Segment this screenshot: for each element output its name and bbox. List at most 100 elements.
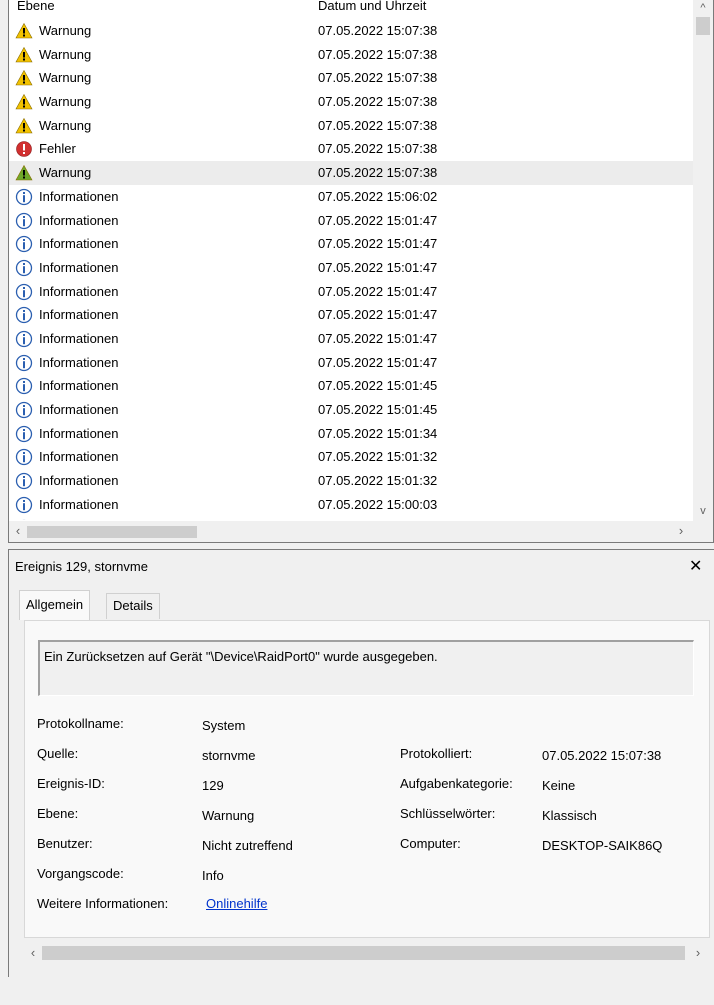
table-row[interactable]: Informationen 07.05.2022 15:01:45 (9, 374, 693, 398)
tab-general[interactable]: Allgemein (19, 590, 91, 620)
row-level: Fehler (39, 141, 76, 157)
computer-value[interactable]: DESKTOP-SAIK86Q (542, 838, 662, 853)
info-icon (15, 307, 33, 324)
scroll-right-arrow[interactable]: › (673, 523, 689, 539)
keywords-value[interactable]: Klassisch (542, 808, 597, 823)
list-header: Ebene Datum und Uhrzeit (9, 0, 693, 17)
table-row[interactable]: Informationen 07.05.2022 15:01:32 (9, 445, 693, 469)
row-date: 07.05.2022 15:01:47 (318, 330, 438, 346)
warning-icon (15, 70, 33, 86)
event-message[interactable]: Ein Zurücksetzen auf Gerät "\Device\Raid… (38, 640, 694, 696)
table-row[interactable]: Informationen 07.05.2022 15:01:45 (9, 398, 693, 422)
info-icon (15, 259, 33, 277)
source-value[interactable]: stornvme (202, 748, 255, 763)
warning-icon (15, 93, 33, 110)
row-level: Warnung (39, 23, 92, 38)
opcode-value[interactable]: Info (202, 868, 224, 883)
column-header-level[interactable]: Ebene (17, 0, 55, 13)
scroll-up-arrow[interactable]: ^ (693, 0, 713, 16)
horizontal-scrollbar[interactable]: ‹ › (9, 521, 713, 542)
table-row[interactable]: Informationen 07.05.2022 15:01:47 (9, 256, 693, 280)
detail-title: Ereignis 129, stornvme (15, 559, 148, 574)
row-date: 07.05.2022 15:01:45 (318, 402, 438, 417)
table-row[interactable]: Informationen 07.05.2022 15:01:32 (9, 469, 693, 493)
info-icon (15, 449, 33, 466)
row-date: 07.05.2022 15:01:47 (318, 307, 438, 323)
row-date: 07.05.2022 15:01:47 (318, 283, 438, 299)
table-row[interactable]: Informationen 07.05.2022 15:00:03 (9, 493, 693, 517)
scroll-thumb[interactable] (27, 526, 197, 538)
info-icon (15, 354, 33, 371)
table-row[interactable]: Informationen 07.05.2022 15:01:47 (9, 280, 693, 304)
event-detail-pane: Ereignis 129, stornvme ✕ Allgemein Detai… (8, 549, 714, 977)
tab-details[interactable]: Details (106, 593, 160, 619)
info-icon (15, 283, 33, 300)
warning-icon (15, 46, 33, 62)
user-label: Benutzer: (37, 836, 93, 851)
scroll-left-arrow[interactable]: ‹ (10, 523, 26, 539)
info-icon (15, 330, 33, 348)
scroll-thumb[interactable] (696, 17, 710, 35)
warning-icon (15, 22, 33, 39)
online-help-link[interactable]: Onlinehilfe (206, 896, 267, 911)
info-icon (15, 401, 33, 419)
source-label: Quelle: (37, 746, 79, 761)
table-row[interactable]: Informationen 07.05.2022 15:01:47 (9, 303, 693, 327)
table-row[interactable]: Warnung 07.05.2022 15:07:38 (9, 90, 693, 114)
row-date: 07.05.2022 15:01:32 (318, 449, 438, 465)
row-date: 07.05.2022 15:07:38 (318, 165, 438, 181)
log-name-value[interactable]: System (202, 718, 245, 733)
opcode-label: Vorgangscode: (37, 866, 124, 881)
table-row[interactable]: Informationen 07.05.2022 15:01:47 (9, 232, 693, 256)
row-date: 07.05.2022 15:01:47 (318, 354, 438, 370)
row-level: Informationen (39, 496, 119, 512)
column-header-date[interactable]: Datum und Uhrzeit (318, 0, 426, 13)
computer-label: Computer: (400, 836, 461, 851)
info-icon (15, 236, 33, 253)
table-row[interactable]: Fehler 07.05.2022 15:07:38 (9, 137, 693, 161)
row-level: Informationen (39, 449, 119, 465)
row-level: Warnung (39, 165, 92, 181)
table-row[interactable]: Warnung 07.05.2022 15:07:38 (9, 114, 693, 138)
event-id-value[interactable]: 129 (202, 778, 224, 793)
table-row[interactable]: Informationen 07.05.2022 15:01:47 (9, 351, 693, 375)
event-id-label: Ereignis-ID: (37, 776, 105, 791)
task-category-label: Aufgabenkategorie: (400, 776, 513, 791)
row-date: 07.05.2022 15:07:38 (318, 141, 438, 157)
table-row[interactable]: Warnung 07.05.2022 15:07:38 (9, 66, 693, 90)
vertical-scrollbar[interactable]: ^ v (693, 0, 713, 521)
row-date: 07.05.2022 15:01:45 (318, 378, 438, 394)
event-list[interactable]: Ebene Datum und Uhrzeit Warnung 07.05.202… (8, 0, 714, 543)
task-category-value[interactable]: Keine (542, 778, 575, 793)
table-row[interactable]: Informationen 07.05.2022 15:01:47 (9, 327, 693, 351)
row-level: Informationen (39, 330, 119, 346)
table-row[interactable]: Informationen 07.05.2022 15:06:02 (9, 185, 693, 209)
warning-icon (15, 117, 33, 134)
row-level: Informationen (39, 402, 119, 417)
info-icon (15, 188, 33, 205)
info-icon (15, 519, 33, 520)
table-row[interactable]: Warnung 07.05.2022 15:07:38 (9, 161, 693, 185)
table-row[interactable]: Informationen 07.05.2022 15:01:47 (9, 209, 693, 233)
detail-horizontal-scrollbar[interactable]: ‹ › (24, 943, 710, 963)
row-date: 07.05.2022 15:01:32 (318, 473, 438, 489)
table-row[interactable] (9, 516, 693, 520)
table-row[interactable]: Warnung 07.05.2022 15:07:38 (9, 19, 693, 43)
table-row[interactable]: Warnung 07.05.2022 15:07:38 (9, 43, 693, 67)
logged-value[interactable]: 07.05.2022 15:07:38 (542, 748, 661, 763)
scroll-left-arrow[interactable]: ‹ (25, 945, 41, 961)
level-label: Ebene: (37, 806, 79, 821)
row-level: Informationen (39, 378, 119, 394)
scroll-down-arrow[interactable]: v (693, 503, 713, 519)
row-level: Informationen (39, 259, 119, 275)
user-value[interactable]: Nicht zutreffend (202, 838, 293, 853)
scroll-thumb[interactable] (42, 946, 685, 960)
table-row[interactable]: Informationen 07.05.2022 15:01:34 (9, 422, 693, 446)
row-level: Informationen (39, 425, 119, 441)
row-date: 07.05.2022 15:06:02 (318, 188, 438, 204)
close-icon[interactable]: ✕ (689, 556, 702, 576)
level-value[interactable]: Warnung (202, 808, 254, 823)
row-level: Warnung (39, 70, 92, 86)
scroll-right-arrow[interactable]: › (690, 945, 706, 961)
row-date: 07.05.2022 15:07:38 (318, 94, 438, 110)
